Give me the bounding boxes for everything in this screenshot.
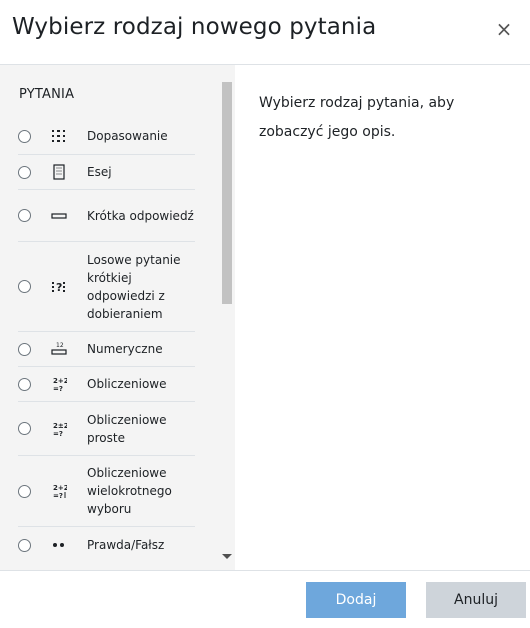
svg-text:=?: =? <box>53 430 63 437</box>
svg-text:=?: =? <box>53 492 63 499</box>
option-calculated[interactable]: 2+2 =? Obliczeniowe <box>18 367 195 402</box>
close-icon[interactable]: × <box>494 18 514 40</box>
question-type-options: PYTANIA Dopasowanie Esej Krótka odpowied… <box>0 65 235 570</box>
options-heading: PYTANIA <box>19 87 75 102</box>
option-label: Obliczeniowe proste <box>87 412 167 445</box>
option-label: Numeryczne <box>87 342 163 356</box>
option-radio[interactable] <box>18 209 31 222</box>
option-essay[interactable]: Esej <box>18 155 195 190</box>
option-numerical[interactable]: 12 Numeryczne <box>18 332 195 367</box>
matching-icon <box>51 128 67 144</box>
option-short-answer[interactable]: Krótka odpowiedź <box>18 190 195 242</box>
svg-text:2+2: 2+2 <box>53 484 67 492</box>
dialog-footer: Dodaj Anuluj <box>0 570 530 628</box>
option-radio[interactable] <box>18 342 31 356</box>
svg-text:12: 12 <box>56 342 64 349</box>
cancel-button[interactable]: Anuluj <box>426 582 526 618</box>
option-random-short-answer-matching[interactable]: ? Losowe pytanie krótkiej odpowiedzi z d… <box>18 242 195 332</box>
dialog-title: Wybierz rodzaj nowego pytania <box>12 14 377 40</box>
scroll-down-arrow-icon[interactable] <box>222 554 232 559</box>
option-label: Losowe pytanie krótkiej odpowiedzi z dob… <box>87 252 181 321</box>
svg-text:2+2: 2+2 <box>53 377 67 385</box>
option-radio[interactable] <box>18 484 31 498</box>
add-button[interactable]: Dodaj <box>306 582 406 618</box>
calculated-simple-icon: 2±2 =? <box>51 421 67 437</box>
essay-icon <box>51 164 67 180</box>
option-label: Prawda/Fałsz <box>87 538 165 552</box>
dialog-body: PYTANIA Dopasowanie Esej Krótka odpowied… <box>0 65 530 570</box>
true-false-icon <box>51 537 67 553</box>
random-short-answer-matching-icon: ? <box>51 279 67 295</box>
option-label: Esej <box>87 165 112 179</box>
dialog-header: Wybierz rodzaj nowego pytania × <box>0 0 530 65</box>
option-calculated-multichoice[interactable]: 2+2 =? Obliczeniowe wielokrotnego wyboru <box>18 456 195 527</box>
option-radio[interactable] <box>18 165 31 179</box>
svg-text:?: ? <box>56 281 62 294</box>
calculated-multichoice-icon: 2+2 =? <box>51 483 67 499</box>
option-label: Dopasowanie <box>87 129 168 143</box>
option-radio[interactable] <box>18 422 31 435</box>
question-type-description: Wybierz rodzaj pytania, aby zobaczyć jeg… <box>259 95 455 140</box>
option-label: Obliczeniowe <box>87 377 167 391</box>
numerical-icon: 12 <box>51 341 67 357</box>
short-answer-icon <box>51 208 67 224</box>
option-radio[interactable] <box>18 129 31 143</box>
scrollbar-thumb[interactable] <box>222 82 232 304</box>
option-matching[interactable]: Dopasowanie <box>18 118 195 155</box>
options-scrollbar[interactable] <box>219 65 235 570</box>
svg-text:=?: =? <box>53 385 63 392</box>
svg-text:2±2: 2±2 <box>53 422 67 430</box>
option-calculated-simple[interactable]: 2±2 =? Obliczeniowe proste <box>18 402 195 456</box>
option-radio[interactable] <box>18 377 31 391</box>
option-label: Obliczeniowe wielokrotnego wyboru <box>87 466 172 516</box>
choose-question-type-dialog: Wybierz rodzaj nowego pytania × PYTANIA … <box>0 0 530 628</box>
option-radio[interactable] <box>18 280 31 293</box>
calculated-icon: 2+2 =? <box>51 376 67 392</box>
option-true-false[interactable]: Prawda/Fałsz <box>18 527 195 563</box>
option-radio[interactable] <box>18 538 31 552</box>
option-label: Krótka odpowiedź <box>87 208 194 223</box>
